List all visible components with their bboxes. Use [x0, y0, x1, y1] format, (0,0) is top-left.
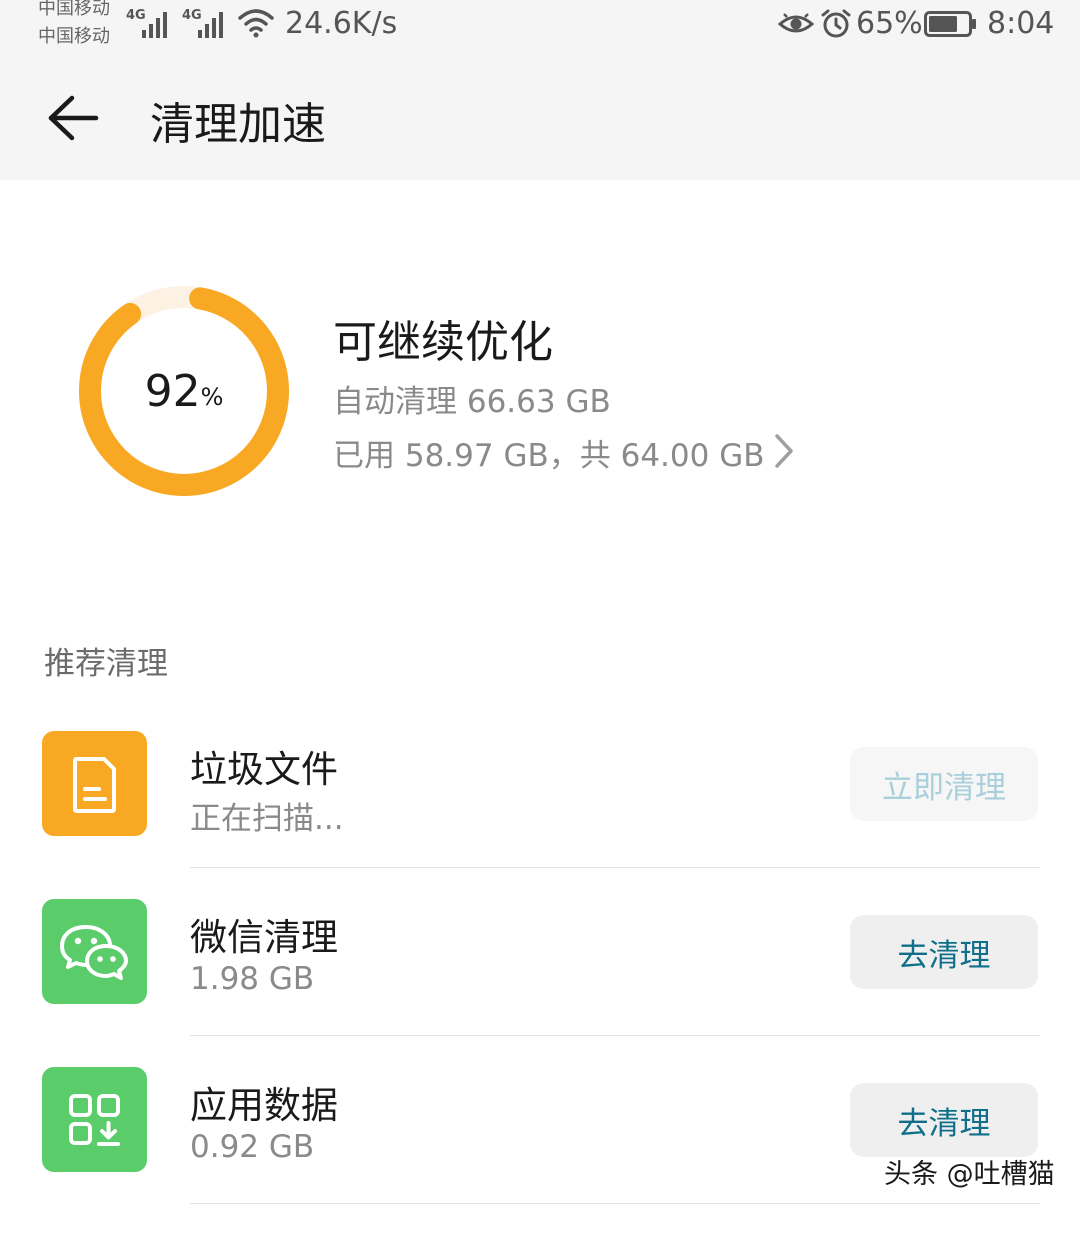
storage-percent: 92 %: [78, 285, 290, 497]
list-item-title: 微信清理: [190, 916, 338, 959]
clock: 8:04: [987, 6, 1055, 41]
carrier-label-2: 中国移动: [38, 26, 110, 47]
arrow-left-icon: [48, 95, 99, 141]
go-clean-app-data-button[interactable]: 去清理: [850, 1083, 1038, 1157]
watermark-text: 头条 @吐槽猫: [884, 1159, 1055, 1190]
alarm-icon: [820, 8, 852, 44]
junk-files-icon-tile: [42, 731, 147, 836]
list-item-title: 垃圾文件: [190, 748, 338, 791]
storage-percent-value: 92: [144, 365, 201, 417]
list-item-size: 0.92 GB: [190, 1129, 315, 1165]
battery-icon: [924, 11, 978, 41]
network-speed: 24.6K/s: [285, 6, 398, 41]
signal-icon: 4G: [182, 6, 230, 42]
divider: [190, 1203, 1040, 1204]
recommend-section-title: 推荐清理: [44, 646, 168, 682]
app-grid-icon: [69, 1094, 120, 1146]
network-type-label: 4G: [182, 8, 202, 23]
divider: [190, 867, 1040, 868]
storage-percent-unit: %: [200, 383, 224, 411]
auto-clean-size: 自动清理 66.63 GB: [333, 384, 611, 420]
app-data-icon-tile: [42, 1067, 147, 1172]
wifi-icon: [238, 8, 274, 42]
list-item-title: 应用数据: [190, 1084, 338, 1127]
eye-icon: [777, 10, 815, 42]
app-header: 清理加速: [0, 50, 1080, 180]
clean-now-button[interactable]: 立即清理: [850, 747, 1038, 821]
back-button[interactable]: [44, 92, 104, 144]
status-bar: 中国移动 中国移动 4G 4G 24.6K/s 65% 8:04: [0, 0, 1080, 50]
network-type-label: 4G: [126, 8, 146, 23]
document-icon: [73, 757, 116, 813]
list-item-status: 正在扫描...: [190, 801, 344, 837]
list-item: 垃圾文件 正在扫描... 立即清理: [0, 731, 1080, 899]
list-item: 微信清理 1.98 GB 去清理: [0, 899, 1080, 1067]
page-title: 清理加速: [150, 99, 326, 150]
wechat-icon-tile: [42, 899, 147, 1004]
chevron-right-icon[interactable]: [770, 432, 798, 470]
wechat-icon: [60, 925, 128, 980]
battery-percent: 65%: [856, 6, 923, 41]
signal-icon: 4G: [126, 6, 174, 42]
storage-usage-link[interactable]: 已用 58.97 GB，共 64.00 GB: [333, 430, 765, 475]
list-item-size: 1.98 GB: [190, 961, 315, 997]
optimize-status-title: 可继续优化: [333, 317, 553, 368]
list-item: 应用数据 0.92 GB 去清理: [0, 1067, 1080, 1235]
carrier-label-1: 中国移动: [38, 0, 110, 19]
divider: [190, 1035, 1040, 1036]
go-clean-wechat-button[interactable]: 去清理: [850, 915, 1038, 989]
